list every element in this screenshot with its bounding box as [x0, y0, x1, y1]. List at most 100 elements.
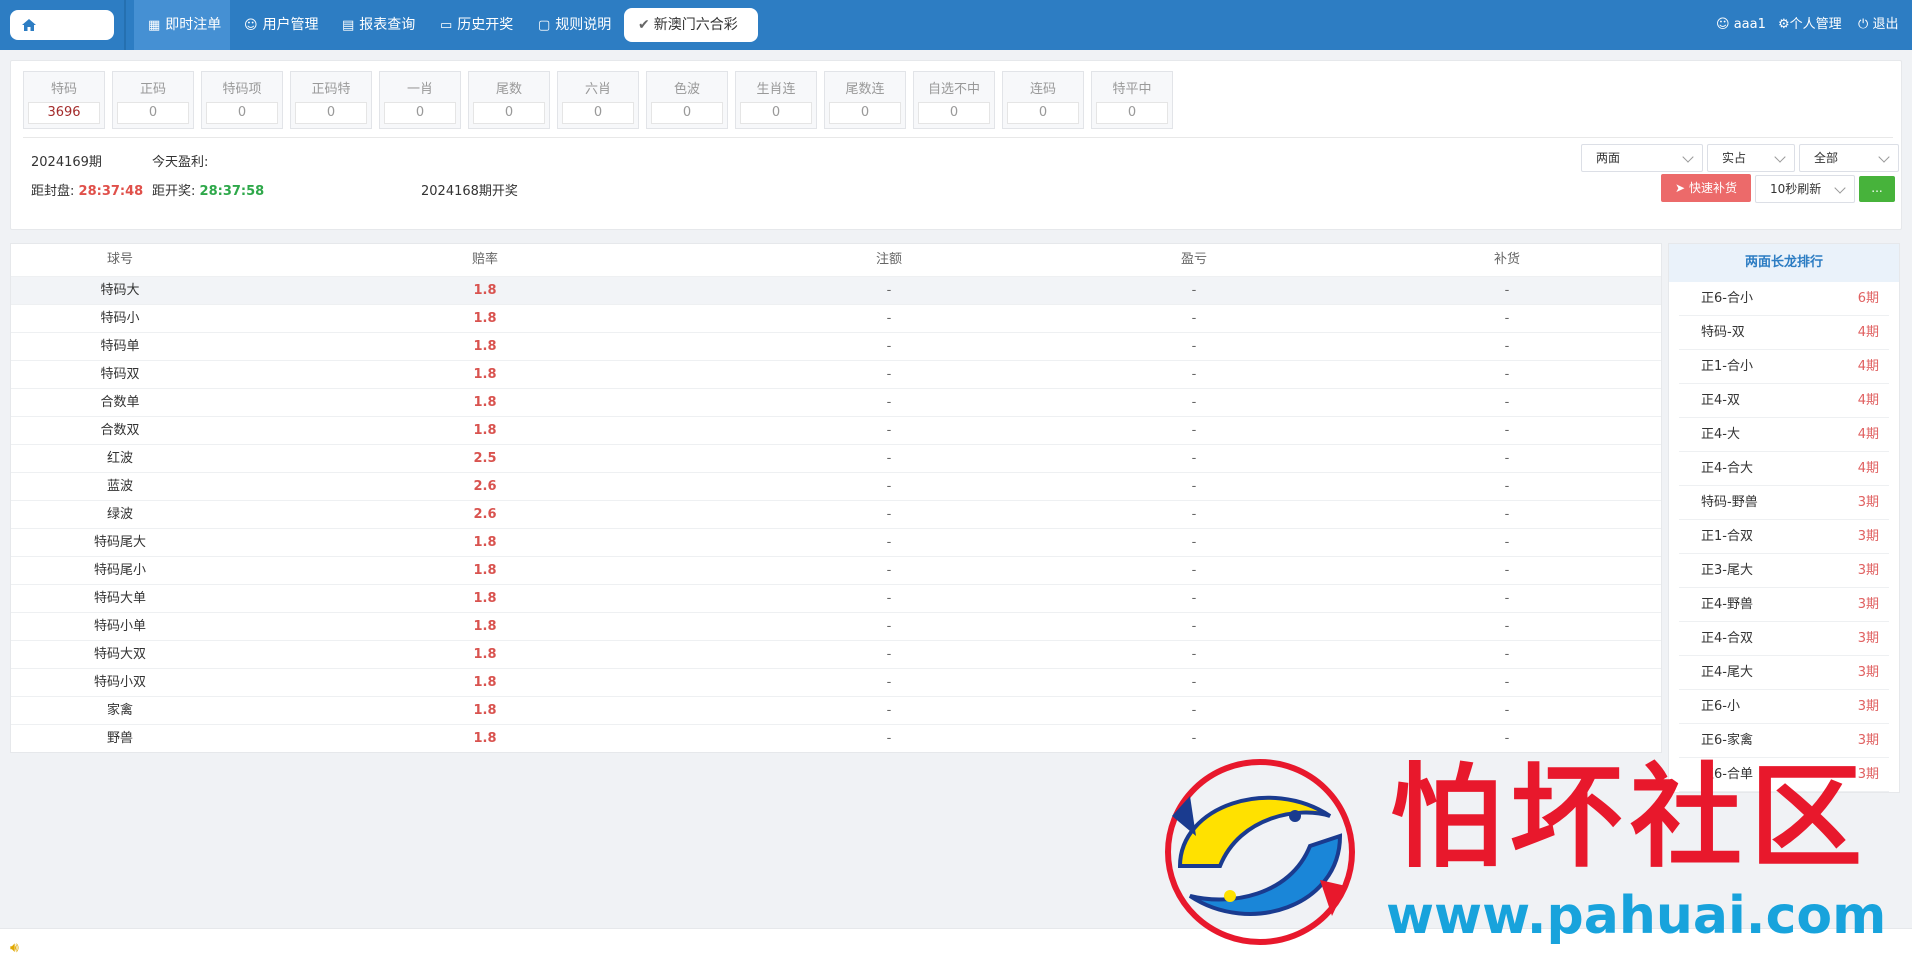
header-profit: 盈亏: [1180, 252, 1207, 267]
type-select[interactable]: 两面: [1581, 144, 1703, 172]
category-value: 0: [562, 102, 634, 124]
odds-table: 球号 赔率 注额 盈亏 补货 特码大 1.8 - - - 特码小 1.8 - - - 特码单 1.8 -…: [10, 243, 1662, 753]
category-box[interactable]: 生肖连 0: [735, 71, 817, 129]
ranking-item-name: 正4-尾大: [1701, 665, 1753, 680]
report-icon: ▤: [342, 18, 355, 33]
mode-select[interactable]: 实占: [1707, 144, 1795, 172]
bet-amount: -: [886, 283, 892, 298]
ball-name: 特码大双: [93, 647, 146, 662]
odds-value[interactable]: 1.8: [229, 333, 741, 360]
profile-link[interactable]: ⚙个人管理: [1778, 0, 1842, 50]
odds-value[interactable]: 1.8: [229, 613, 741, 640]
odds-value[interactable]: 1.8: [229, 529, 741, 556]
draw-time: 28:37:58: [199, 184, 265, 199]
odds-value[interactable]: 1.8: [229, 277, 741, 304]
category-box[interactable]: 正码特 0: [290, 71, 372, 129]
close-time: 28:37:48: [78, 184, 144, 199]
nav-tab-users[interactable]: ☺ 用户管理: [244, 0, 319, 50]
refill-amount: -: [1504, 283, 1510, 298]
category-box[interactable]: 特码项 0: [201, 71, 283, 129]
refill-amount: -: [1504, 619, 1510, 634]
nav-tab-rules[interactable]: ▢ 规则说明: [538, 0, 611, 50]
odds-value[interactable]: 1.8: [229, 669, 741, 696]
table-row: 合数双 1.8 - - -: [11, 416, 1661, 444]
bet-amount: -: [886, 535, 892, 550]
category-value: 0: [918, 102, 990, 124]
refill-amount: -: [1504, 703, 1510, 718]
category-box[interactable]: 六肖 0: [557, 71, 639, 129]
nav-tab-live-bets[interactable]: ▦ 即时注单: [134, 0, 230, 50]
odds-value[interactable]: 1.8: [229, 305, 741, 332]
category-box[interactable]: 尾数 0: [468, 71, 550, 129]
bet-amount: -: [886, 703, 892, 718]
game-tab[interactable]: ✔ 新澳门六合彩: [624, 8, 758, 42]
ranking-item-count: 4期: [1857, 461, 1879, 476]
logout-label: 退出: [1872, 17, 1899, 32]
nav-label: 历史开奖: [457, 17, 514, 33]
more-button[interactable]: ...: [1859, 176, 1895, 202]
category-box[interactable]: 连码 0: [1002, 71, 1084, 129]
ranking-item: 正6-合小 6期: [1679, 282, 1889, 316]
profit-loss: -: [1191, 283, 1197, 298]
odds-value[interactable]: 2.6: [229, 473, 741, 500]
bet-amount: -: [886, 731, 892, 746]
odds-value[interactable]: 2.5: [229, 445, 741, 472]
quick-refill-button[interactable]: ➤ 快速补货: [1661, 174, 1751, 202]
watermark-url: www.pahuai.com: [1386, 886, 1887, 946]
user-menu[interactable]: ☺ aaa1: [1716, 0, 1766, 50]
odds-value[interactable]: 1.8: [229, 585, 741, 612]
odds-value[interactable]: 1.8: [229, 361, 741, 388]
nav-tab-reports[interactable]: ▤ 报表查询: [342, 0, 415, 50]
category-box[interactable]: 色波 0: [646, 71, 728, 129]
category-label: 生肖连: [756, 82, 796, 97]
category-value: 0: [473, 102, 545, 124]
nav-tab-history[interactable]: ▭ 历史开奖: [440, 0, 513, 50]
odds-value[interactable]: 1.8: [229, 389, 741, 416]
scope-select[interactable]: 全部: [1799, 144, 1899, 172]
category-box[interactable]: 特码 3696: [23, 71, 105, 129]
odds-value[interactable]: 1.8: [229, 725, 741, 752]
logout-link[interactable]: ⏻ 退出: [1858, 0, 1898, 50]
refill-amount: -: [1504, 451, 1510, 466]
odds-value[interactable]: 1.8: [229, 697, 741, 724]
ranking-item: 正1-合双 3期: [1679, 520, 1889, 554]
category-box[interactable]: 正码 0: [112, 71, 194, 129]
home-button[interactable]: [10, 10, 114, 40]
category-box[interactable]: 尾数连 0: [824, 71, 906, 129]
ranking-item: 正1-合小 4期: [1679, 350, 1889, 384]
profit-loss: -: [1191, 395, 1197, 410]
category-label: 六肖: [584, 82, 611, 97]
category-value: 3696: [28, 102, 100, 124]
category-label: 正码: [139, 82, 166, 97]
ball-name: 绿波: [106, 507, 133, 522]
category-value: 0: [740, 102, 812, 124]
ranking-item-count: 4期: [1857, 427, 1879, 442]
odds-value[interactable]: 1.8: [229, 641, 741, 668]
category-value: 0: [206, 102, 278, 124]
category-value: 0: [1007, 102, 1079, 124]
category-box[interactable]: 自选不中 0: [913, 71, 995, 129]
category-box[interactable]: 一肖 0: [379, 71, 461, 129]
monitor-icon: ▭: [440, 18, 453, 33]
odds-value[interactable]: 1.8: [229, 557, 741, 584]
refresh-select[interactable]: 10秒刷新: [1755, 175, 1855, 203]
odds-value[interactable]: 2.6: [229, 501, 741, 528]
category-box[interactable]: 特平中 0: [1091, 71, 1173, 129]
close-countdown: 距封盘: 28:37:48: [31, 180, 143, 199]
ball-name: 特码单: [100, 339, 140, 354]
top-nav: ▦ 即时注单 ☺ 用户管理 ▤ 报表查询 ▭ 历史开奖 ▢ 规则说明 ✔ 新澳门六合彩 ☺ …: [0, 0, 1912, 50]
ranking-item-name: 正3-尾大: [1701, 563, 1753, 578]
bet-amount: -: [886, 507, 892, 522]
bet-amount: -: [886, 311, 892, 326]
profit-label: 今天盈利:: [152, 155, 209, 170]
refill-amount: -: [1504, 591, 1510, 606]
refill-amount: -: [1504, 507, 1510, 522]
bet-amount: -: [886, 591, 892, 606]
odds-value[interactable]: 1.8: [229, 417, 741, 444]
profit-loss: -: [1191, 647, 1197, 662]
quick-refill-label: 快速补货: [1688, 181, 1737, 195]
check-circle-icon: ✔: [638, 17, 650, 33]
last-draw-link[interactable]: 2024168期开奖: [421, 180, 518, 199]
refill-amount: -: [1504, 423, 1510, 438]
speaker-icon[interactable]: 🔊︎: [10, 940, 19, 956]
